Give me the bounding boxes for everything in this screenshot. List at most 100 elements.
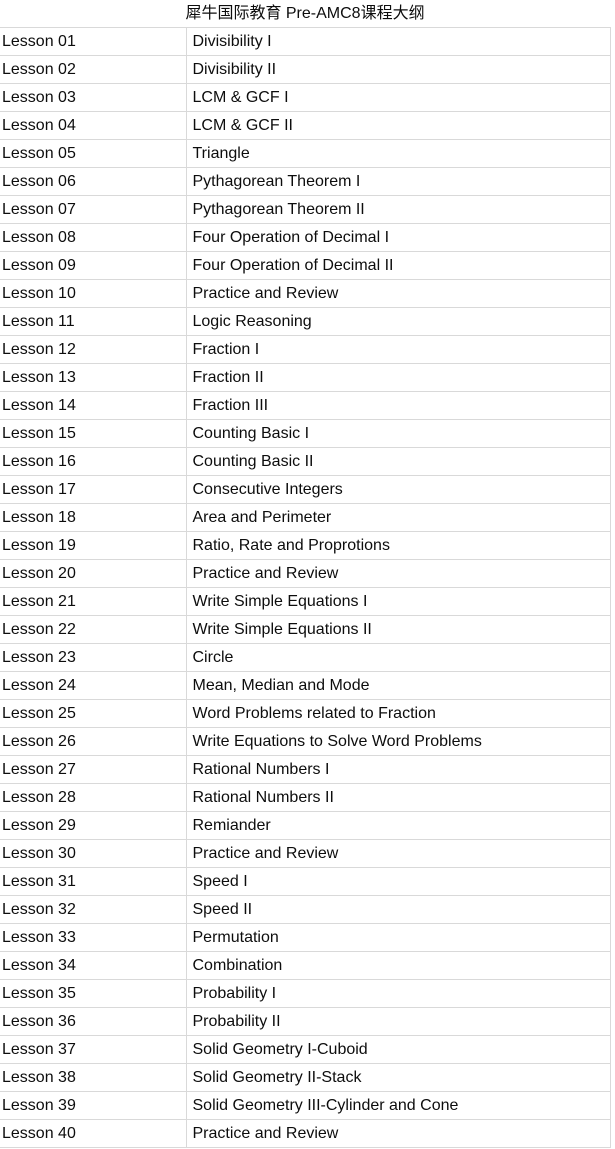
lesson-number-cell: Lesson 22: [0, 615, 187, 644]
lesson-topic-cell: Practice and Review: [186, 279, 611, 308]
lesson-topic-cell: Divisibility I: [186, 27, 611, 56]
lesson-topic-cell: Logic Reasoning: [186, 307, 611, 336]
table-row: Lesson 07 Pythagorean Theorem II: [0, 195, 611, 224]
lesson-topic-cell: Pythagorean Theorem II: [186, 195, 611, 224]
lesson-number-cell: Lesson 11: [0, 307, 187, 336]
lesson-topic-cell: Area and Perimeter: [186, 503, 611, 532]
lesson-number-cell: Lesson 10: [0, 279, 187, 308]
table-row: Lesson 37 Solid Geometry I-Cuboid: [0, 1035, 611, 1064]
lesson-number-cell: Lesson 04: [0, 111, 187, 140]
lesson-topic-cell: LCM & GCF I: [186, 83, 611, 112]
lesson-number-cell: Lesson 01: [0, 27, 187, 56]
table-row: Lesson 16 Counting Basic II: [0, 447, 611, 476]
lesson-topic-cell: Speed II: [186, 895, 611, 924]
table-row: Lesson 15 Counting Basic I: [0, 419, 611, 448]
lesson-topic-cell: Consecutive Integers: [186, 475, 611, 504]
table-row: Lesson 40 Practice and Review: [0, 1119, 611, 1148]
lesson-number-cell: Lesson 29: [0, 811, 187, 840]
lesson-number-cell: Lesson 08: [0, 223, 187, 252]
page-title: 犀牛国际教育 Pre-AMC8课程大纲: [0, 0, 611, 28]
lesson-number-cell: Lesson 32: [0, 895, 187, 924]
lesson-number-cell: Lesson 17: [0, 475, 187, 504]
lesson-topic-cell: Solid Geometry II-Stack: [186, 1063, 611, 1092]
document-title-row: 犀牛国际教育 Pre-AMC8课程大纲: [0, 0, 611, 28]
lesson-number-cell: Lesson 12: [0, 335, 187, 364]
lesson-topic-cell: Counting Basic I: [186, 419, 611, 448]
table-row: Lesson 34 Combination: [0, 951, 611, 980]
lesson-topic-cell: Combination: [186, 951, 611, 980]
lesson-number-cell: Lesson 14: [0, 391, 187, 420]
table-row: Lesson 13 Fraction II: [0, 363, 611, 392]
table-row: Lesson 28 Rational Numbers II: [0, 783, 611, 812]
lesson-number-cell: Lesson 24: [0, 671, 187, 700]
lesson-number-cell: Lesson 30: [0, 839, 187, 868]
table-row: Lesson 14 Fraction III: [0, 391, 611, 420]
lesson-number-cell: Lesson 15: [0, 419, 187, 448]
table-row: Lesson 30 Practice and Review: [0, 839, 611, 868]
lesson-topic-cell: LCM & GCF II: [186, 111, 611, 140]
table-row: Lesson 32 Speed II: [0, 895, 611, 924]
lesson-topic-cell: Word Problems related to Fraction: [186, 699, 611, 728]
table-row: Lesson 05 Triangle: [0, 139, 611, 168]
lesson-number-cell: Lesson 23: [0, 643, 187, 672]
lesson-topic-cell: Mean, Median and Mode: [186, 671, 611, 700]
table-row: Lesson 24 Mean, Median and Mode: [0, 671, 611, 700]
table-row: Lesson 31 Speed I: [0, 867, 611, 896]
lesson-number-cell: Lesson 38: [0, 1063, 187, 1092]
table-row: Lesson 04 LCM & GCF II: [0, 111, 611, 140]
table-row: Lesson 26 Write Equations to Solve Word P…: [0, 727, 611, 756]
lesson-number-cell: Lesson 21: [0, 587, 187, 616]
lesson-number-cell: Lesson 07: [0, 195, 187, 224]
table-row: Lesson 39 Solid Geometry III-Cylinder and…: [0, 1091, 611, 1120]
lesson-topic-cell: Practice and Review: [186, 839, 611, 868]
lesson-number-cell: Lesson 40: [0, 1119, 187, 1148]
lesson-topic-cell: Write Equations to Solve Word Problems: [186, 727, 611, 756]
lesson-number-cell: Lesson 26: [0, 727, 187, 756]
table-row: Lesson 09 Four Operation of Decimal II: [0, 251, 611, 280]
table-row: Lesson 03 LCM & GCF I: [0, 83, 611, 112]
lesson-number-cell: Lesson 06: [0, 167, 187, 196]
lesson-topic-cell: Rational Numbers I: [186, 755, 611, 784]
table-row: Lesson 20 Practice and Review: [0, 559, 611, 588]
table-row: Lesson 36 Probability II: [0, 1007, 611, 1036]
lesson-number-cell: Lesson 35: [0, 979, 187, 1008]
table-row: Lesson 02 Divisibility II: [0, 55, 611, 84]
table-row: Lesson 12 Fraction I: [0, 335, 611, 364]
lesson-topic-cell: Practice and Review: [186, 1119, 611, 1148]
lesson-number-cell: Lesson 33: [0, 923, 187, 952]
lesson-number-cell: Lesson 02: [0, 55, 187, 84]
lesson-topic-cell: Divisibility II: [186, 55, 611, 84]
table-row: Lesson 19 Ratio, Rate and Proprotions: [0, 531, 611, 560]
lesson-number-cell: Lesson 16: [0, 447, 187, 476]
lesson-topic-cell: Write Simple Equations II: [186, 615, 611, 644]
lesson-topic-cell: Probability I: [186, 979, 611, 1008]
lesson-topic-cell: Pythagorean Theorem I: [186, 167, 611, 196]
lesson-topic-cell: Rational Numbers II: [186, 783, 611, 812]
course-outline-sheet: 犀牛国际教育 Pre-AMC8课程大纲 Lesson 01 Divisibilit…: [0, 0, 615, 1148]
lesson-number-cell: Lesson 19: [0, 531, 187, 560]
table-row: Lesson 17 Consecutive Integers: [0, 475, 611, 504]
lesson-topic-cell: Circle: [186, 643, 611, 672]
lesson-topic-cell: Solid Geometry III-Cylinder and Cone: [186, 1091, 611, 1120]
lesson-number-cell: Lesson 36: [0, 1007, 187, 1036]
lesson-topic-cell: Write Simple Equations I: [186, 587, 611, 616]
table-row: Lesson 06 Pythagorean Theorem I: [0, 167, 611, 196]
lesson-number-cell: Lesson 34: [0, 951, 187, 980]
lesson-number-cell: Lesson 13: [0, 363, 187, 392]
lesson-number-cell: Lesson 20: [0, 559, 187, 588]
table-row: Lesson 01 Divisibility I: [0, 27, 611, 56]
lesson-topic-cell: Fraction I: [186, 335, 611, 364]
lesson-number-cell: Lesson 18: [0, 503, 187, 532]
lesson-topic-cell: Triangle: [186, 139, 611, 168]
lesson-topic-cell: Solid Geometry I-Cuboid: [186, 1035, 611, 1064]
lesson-topic-cell: Four Operation of Decimal II: [186, 251, 611, 280]
lesson-number-cell: Lesson 03: [0, 83, 187, 112]
lesson-number-cell: Lesson 27: [0, 755, 187, 784]
table-row: Lesson 27 Rational Numbers I: [0, 755, 611, 784]
table-row: Lesson 23 Circle: [0, 643, 611, 672]
lesson-topic-cell: Ratio, Rate and Proprotions: [186, 531, 611, 560]
table-row: Lesson 22 Write Simple Equations II: [0, 615, 611, 644]
lesson-number-cell: Lesson 39: [0, 1091, 187, 1120]
table-row: Lesson 33 Permutation: [0, 923, 611, 952]
lesson-number-cell: Lesson 05: [0, 139, 187, 168]
